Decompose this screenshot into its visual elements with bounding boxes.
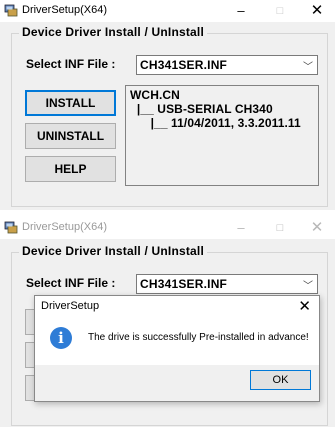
title-bar[interactable]: DriverSetup(X64) – □ ✕ bbox=[0, 0, 335, 22]
ok-button[interactable]: OK bbox=[250, 370, 311, 390]
window-title: DriverSetup(X64) bbox=[22, 221, 107, 233]
dialog-body: i The drive is successfully Pre-installe… bbox=[35, 317, 319, 365]
inf-file-label: Select INF File : bbox=[26, 57, 116, 71]
info-line-device: |__ USB-SERIAL CH340 bbox=[130, 102, 273, 116]
close-button[interactable]: ✕ bbox=[304, 218, 330, 238]
driver-info-panel: WCH.CN |__ USB-SERIAL CH340 |__ 11/04/20… bbox=[125, 85, 319, 186]
maximize-button[interactable]: □ bbox=[267, 218, 293, 238]
app-setup-icon bbox=[4, 4, 18, 17]
inf-file-value: CH341SER.INF bbox=[140, 58, 228, 72]
inf-file-value: CH341SER.INF bbox=[140, 277, 228, 291]
window-title: DriverSetup(X64) bbox=[22, 4, 107, 16]
driver-setup-window-inactive: DriverSetup(X64) – □ ✕ Device Driver Ins… bbox=[0, 217, 335, 427]
info-line-vendor: WCH.CN bbox=[130, 88, 180, 102]
info-icon: i bbox=[50, 327, 72, 349]
chevron-down-icon[interactable]: ﹀ bbox=[303, 277, 313, 292]
inf-file-select[interactable]: CH341SER.INF ﹀ bbox=[136, 274, 318, 294]
group-title: Device Driver Install / UnInstall bbox=[19, 25, 208, 39]
minimize-button[interactable]: – bbox=[228, 218, 254, 238]
driver-setup-window: DriverSetup(X64) – □ ✕ Device Driver Ins… bbox=[0, 0, 335, 210]
minimize-button[interactable]: – bbox=[228, 1, 254, 21]
chevron-down-icon[interactable]: ﹀ bbox=[303, 58, 313, 73]
success-dialog: DriverSetup ✕ i The drive is successfull… bbox=[34, 295, 320, 402]
dialog-title-bar[interactable]: DriverSetup ✕ bbox=[35, 296, 319, 317]
inf-file-label: Select INF File : bbox=[26, 276, 116, 290]
dialog-close-button[interactable]: ✕ bbox=[298, 297, 311, 315]
dialog-title: DriverSetup bbox=[41, 300, 100, 312]
install-groupbox: Device Driver Install / UnInstall Select… bbox=[11, 25, 328, 207]
uninstall-button[interactable]: UNINSTALL bbox=[25, 123, 116, 149]
group-title: Device Driver Install / UnInstall bbox=[19, 244, 208, 258]
dialog-message: The drive is successfully Pre-installed … bbox=[88, 332, 309, 343]
maximize-button[interactable]: □ bbox=[267, 1, 293, 21]
close-button[interactable]: ✕ bbox=[304, 1, 330, 21]
inf-file-select[interactable]: CH341SER.INF ﹀ bbox=[136, 55, 318, 75]
help-button[interactable]: HELP bbox=[25, 156, 116, 182]
install-button[interactable]: INSTALL bbox=[25, 90, 116, 116]
app-setup-icon bbox=[4, 221, 18, 234]
info-line-version: |__ 11/04/2011, 3.3.2011.11 bbox=[130, 116, 301, 130]
title-bar[interactable]: DriverSetup(X64) – □ ✕ bbox=[0, 217, 335, 239]
